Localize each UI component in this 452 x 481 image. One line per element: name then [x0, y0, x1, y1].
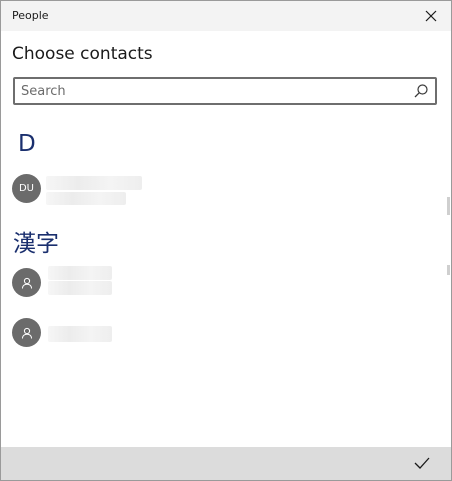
command-bar: [1, 447, 451, 480]
window-title: People: [12, 9, 49, 22]
group-header-kanji: 漢字: [13, 231, 59, 257]
page-title: Choose contacts: [12, 44, 153, 64]
close-button[interactable]: [421, 6, 441, 26]
search-input[interactable]: [21, 82, 401, 100]
scrollbar-mark: [447, 265, 450, 275]
close-icon: [425, 10, 437, 22]
search-box[interactable]: [13, 77, 437, 105]
contact-name-redacted: [48, 266, 112, 280]
person-icon: [21, 327, 32, 339]
group-header-d: D: [18, 131, 36, 157]
search-icon[interactable]: [413, 83, 429, 99]
contact-detail-redacted: [48, 281, 112, 295]
scrollbar-mark: [447, 197, 450, 215]
people-picker-window: People Choose contacts D DU 漢字: [0, 0, 452, 481]
avatar: DU: [12, 174, 41, 203]
contact-item[interactable]: [12, 266, 412, 298]
avatar: [12, 268, 41, 297]
person-icon: [21, 277, 32, 289]
contact-item[interactable]: DU: [12, 174, 412, 205]
contact-name-redacted: [48, 326, 112, 342]
contact-detail-redacted: [46, 192, 126, 205]
contact-name-redacted: [46, 176, 142, 190]
contact-item[interactable]: [12, 318, 412, 348]
checkmark-icon[interactable]: [413, 454, 431, 472]
avatar: [12, 318, 41, 347]
title-bar: People: [1, 1, 451, 31]
